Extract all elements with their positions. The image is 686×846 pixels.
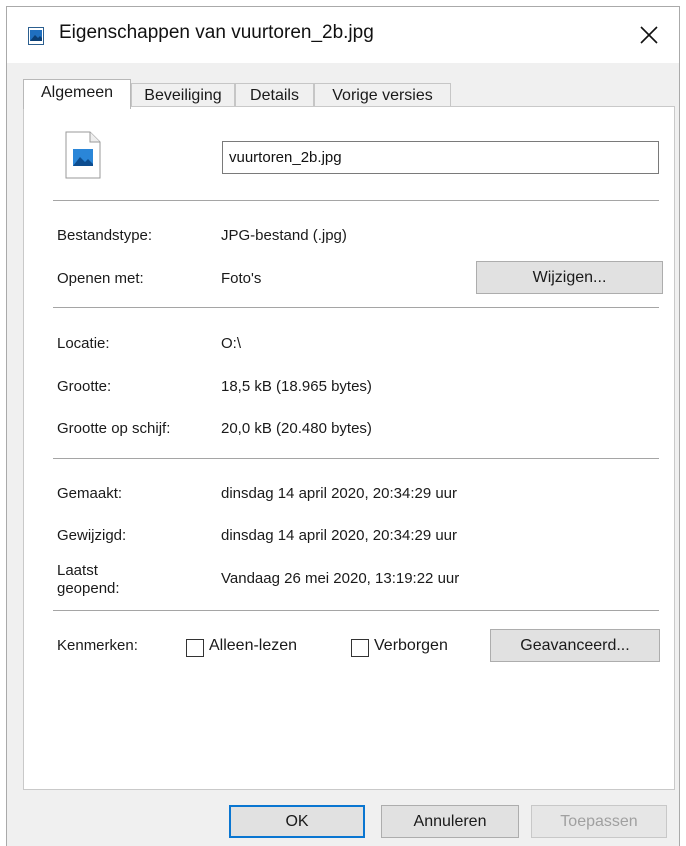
divider (53, 458, 659, 460)
opens-with-value: Foto's (221, 270, 262, 287)
accessed-label: Laatst geopend: (57, 562, 120, 598)
file-type-value: JPG-bestand (.jpg) (221, 227, 347, 244)
created-label: Gemaakt: (57, 485, 123, 502)
general-tab-panel: Bestandstype: JPG-bestand (.jpg) Openen … (23, 106, 675, 790)
tab-details[interactable]: Details (235, 83, 314, 107)
tab-vorige-versies[interactable]: Vorige versies (314, 83, 451, 107)
window-title: Eigenschappen van vuurtoren_2b.jpg (59, 22, 374, 43)
divider (53, 307, 659, 309)
location-label: Locatie: (57, 335, 110, 352)
hidden-label[interactable]: Verborgen (374, 637, 448, 655)
tab-algemeen[interactable]: Algemeen (23, 79, 131, 109)
ok-button[interactable]: OK (229, 805, 365, 838)
change-button[interactable]: Wijzigen... (476, 261, 663, 294)
size-label: Grootte: (57, 378, 112, 395)
accessed-value: Vandaag 26 mei 2020, 13:19:22 uur (221, 570, 460, 587)
location-value: O:\ (221, 335, 242, 352)
created-value: dinsdag 14 april 2020, 20:34:29 uur (221, 485, 458, 502)
readonly-label[interactable]: Alleen-lezen (209, 637, 297, 655)
accessed-label-line2: geopend: (57, 580, 120, 597)
properties-dialog: Eigenschappen van vuurtoren_2b.jpg Algem… (6, 6, 680, 846)
size-on-disk-label: Grootte op schijf: (57, 420, 171, 437)
size-on-disk-value: 20,0 kB (20.480 bytes) (221, 420, 372, 437)
hidden-checkbox[interactable] (351, 639, 369, 657)
close-icon (640, 26, 658, 44)
title-bar[interactable]: Eigenschappen van vuurtoren_2b.jpg (7, 7, 679, 63)
accessed-label-line1: Laatst (57, 562, 98, 579)
cancel-button[interactable]: Annuleren (381, 805, 519, 838)
file-type-label: Bestandstype: (57, 227, 153, 244)
modified-label: Gewijzigd: (57, 527, 127, 544)
modified-value: dinsdag 14 april 2020, 20:34:29 uur (221, 527, 458, 544)
filename-input[interactable] (222, 141, 659, 174)
opens-with-label: Openen met: (57, 270, 144, 287)
size-value: 18,5 kB (18.965 bytes) (221, 378, 372, 395)
apply-button[interactable]: Toepassen (531, 805, 667, 838)
jpg-file-icon (65, 131, 101, 179)
image-file-icon (28, 27, 44, 45)
divider (53, 200, 659, 202)
tab-beveiliging[interactable]: Beveiliging (131, 83, 235, 107)
advanced-button[interactable]: Geavanceerd... (490, 629, 660, 662)
close-button[interactable] (619, 7, 679, 63)
divider (53, 610, 659, 612)
readonly-checkbox[interactable] (186, 639, 204, 657)
attributes-label: Kenmerken: (57, 637, 138, 654)
